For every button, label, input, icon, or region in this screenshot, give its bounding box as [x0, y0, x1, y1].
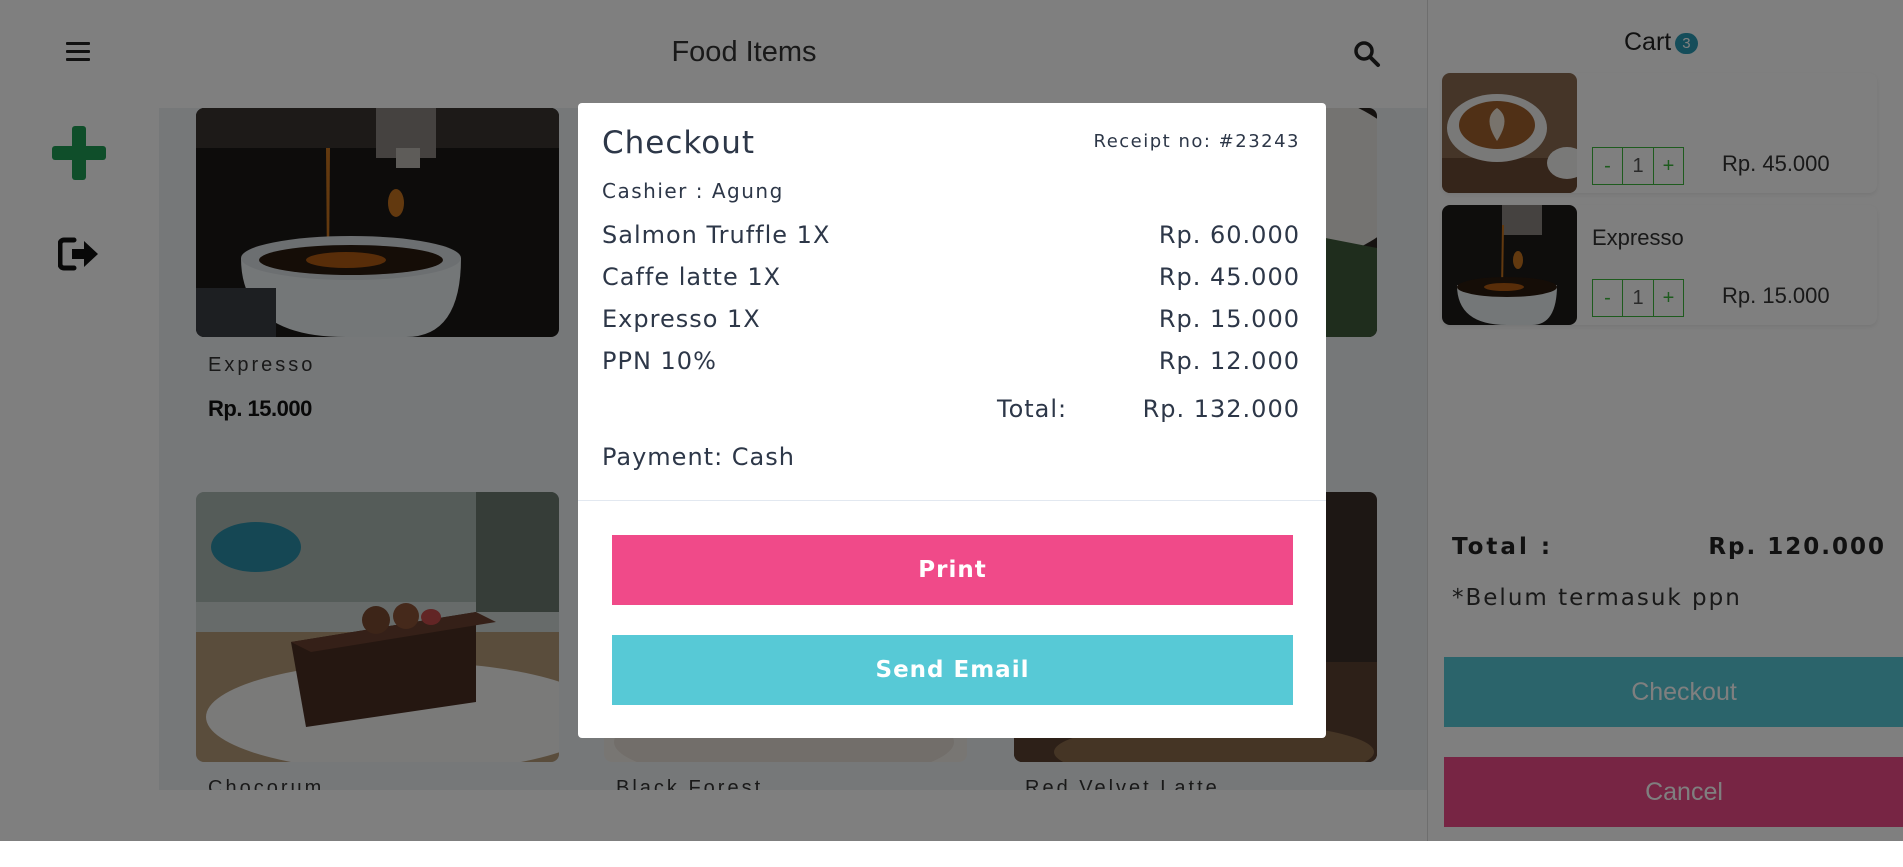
line-label: Salmon Truffle 1X	[602, 221, 831, 249]
receipt-line: Salmon Truffle 1X Rp. 60.000	[602, 221, 1300, 249]
receipt-line: Caffe latte 1X Rp. 45.000	[602, 263, 1300, 291]
divider	[578, 500, 1326, 501]
cashier-name: Cashier : Agung	[602, 179, 784, 203]
line-label: Caffe latte 1X	[602, 263, 782, 291]
line-label: Expresso 1X	[602, 305, 761, 333]
total-value: Rp. 132.000	[1142, 395, 1300, 423]
line-value: Rp. 45.000	[1158, 263, 1300, 291]
receipt-line: PPN 10% Rp. 12.000	[602, 347, 1300, 375]
line-value: Rp. 15.000	[1158, 305, 1300, 333]
checkout-modal: Checkout Receipt no: #23243 Cashier : Ag…	[578, 103, 1326, 738]
total-label: Total:	[997, 395, 1068, 423]
send-email-button[interactable]: Send Email	[612, 635, 1293, 705]
receipt-number: Receipt no: #23243	[1093, 131, 1300, 152]
print-button[interactable]: Print	[612, 535, 1293, 605]
modal-title: Checkout	[602, 125, 756, 161]
receipt-line: Expresso 1X Rp. 15.000	[602, 305, 1300, 333]
line-value: Rp. 60.000	[1158, 221, 1300, 249]
line-value: Rp. 12.000	[1158, 347, 1300, 375]
line-label: PPN 10%	[602, 347, 717, 375]
app: Food Items	[0, 0, 1903, 841]
payment-method: Payment: Cash	[602, 443, 795, 471]
